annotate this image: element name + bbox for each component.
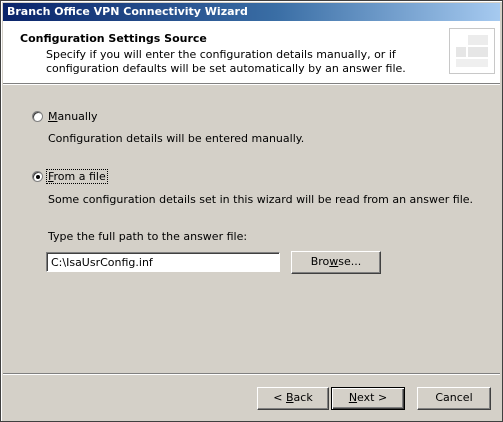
wizard-banner-icon	[449, 28, 495, 74]
footer-separator	[3, 373, 500, 375]
manual-description: Configuration details will be entered ma…	[48, 132, 305, 145]
file-label[interactable]: From a file	[46, 169, 108, 184]
browse-button[interactable]: Browse...	[291, 251, 381, 274]
file-radio[interactable]	[32, 171, 43, 182]
page-title: Configuration Settings Source	[20, 32, 207, 45]
wizard-window: Branch Office VPN Connectivity Wizard Co…	[0, 0, 503, 422]
wizard-header: Configuration Settings Source Specify if…	[3, 21, 500, 83]
title-bar[interactable]: Branch Office VPN Connectivity Wizard	[3, 3, 500, 21]
path-label: Type the full path to the answer file:	[48, 230, 248, 243]
answer-file-path-input[interactable]: C:\IsaUsrConfig.inf	[46, 252, 280, 272]
window-title: Branch Office VPN Connectivity Wizard	[7, 5, 248, 18]
manual-label[interactable]: Manually	[48, 110, 98, 123]
answer-file-path-value: C:\IsaUsrConfig.inf	[51, 256, 153, 269]
page-subtitle: Specify if you will enter the configurat…	[46, 48, 406, 75]
manual-radio[interactable]	[32, 111, 43, 122]
next-button[interactable]: Next >	[331, 387, 405, 410]
header-separator	[3, 83, 500, 85]
radio-selected-dot	[36, 175, 40, 179]
file-description: Some configuration details set in this w…	[48, 193, 474, 206]
back-button[interactable]: < Back	[257, 387, 329, 410]
cancel-button[interactable]: Cancel	[417, 387, 491, 410]
